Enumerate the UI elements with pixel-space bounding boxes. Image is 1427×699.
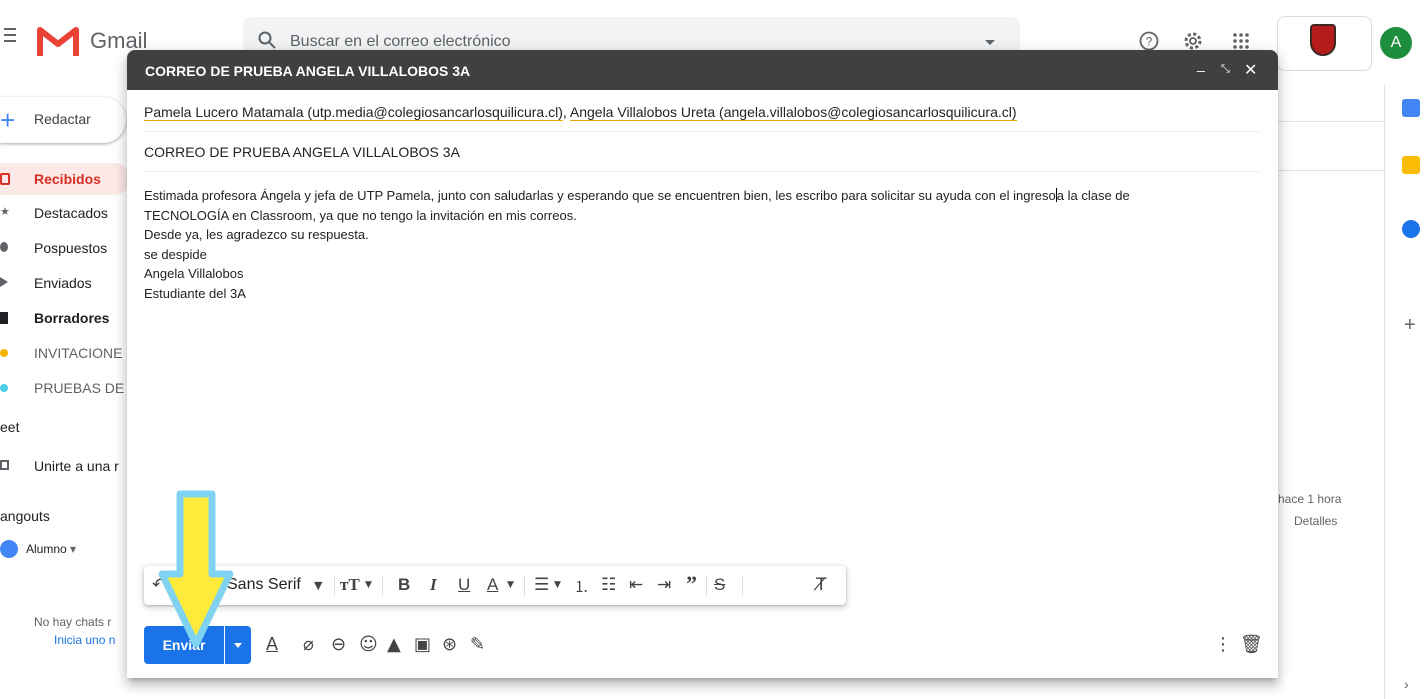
sidebar-item-sent[interactable]: Enviados [0, 267, 130, 299]
compose-button[interactable]: + Redactar [0, 97, 126, 143]
expand-panel-icon[interactable]: › [1404, 676, 1409, 692]
svg-text:?: ? [1146, 35, 1153, 49]
details-link[interactable]: Detalles [1294, 514, 1337, 528]
sidebar-item-label-pruebas[interactable]: PRUEBAS DE [0, 372, 130, 404]
compose-title: CORREO DE PRUEBA ANGELA VILLALOBOS 3A [145, 63, 471, 79]
hangouts-user[interactable]: Alumno ▾ [26, 542, 76, 556]
inbox-icon [0, 173, 10, 185]
compose-plus-icon: + [0, 105, 16, 135]
underline-icon[interactable]: U [458, 575, 470, 595]
star-icon: ★ [0, 206, 10, 218]
toolbar-divider [382, 576, 383, 596]
fullscreen-icon[interactable]: ⤡ [1221, 63, 1230, 76]
align-icon[interactable]: ☰ [534, 575, 549, 595]
no-chats-text: No hay chats r [34, 615, 112, 629]
sidebar-item-drafts[interactable]: Borradores [0, 302, 130, 334]
emoji-icon[interactable]: ☺ [359, 634, 378, 655]
bulleted-list-icon[interactable]: ☷ [601, 575, 616, 595]
side-panel-divider [1384, 85, 1385, 699]
draft-icon [0, 312, 8, 324]
quote-icon[interactable]: ” [686, 571, 697, 597]
sidebar-item-starred[interactable]: ★ Destacados [0, 197, 130, 229]
school-crest-icon [1310, 24, 1336, 56]
bold-icon[interactable]: B [398, 575, 410, 595]
hangouts-avatar[interactable] [0, 540, 18, 558]
tasks-icon[interactable] [1402, 220, 1420, 238]
font-dropdown-icon[interactable]: ▼ [314, 579, 322, 592]
toolbar-divider [334, 576, 335, 596]
align-dropdown-icon[interactable]: ▼ [554, 580, 561, 590]
meet-join-item[interactable]: Unirte a una r [0, 450, 130, 482]
clock-icon [0, 242, 8, 252]
recipient-chip[interactable]: Angela Villalobos Ureta (angela.villalob… [569, 104, 1017, 121]
toolbar-divider [706, 576, 707, 596]
body-line: se despide [144, 246, 207, 262]
pointer-arrow-annotation [158, 490, 234, 655]
drive-icon[interactable]: ▲ [387, 634, 401, 655]
field-divider [144, 171, 1261, 172]
insert-photo-icon[interactable]: ▣ [414, 634, 431, 655]
label-cyan-icon [0, 384, 8, 392]
keyboard-icon [0, 460, 9, 470]
body-line: Angela Villalobos [144, 266, 244, 281]
toolbar-divider [742, 576, 743, 596]
main-menu-icon[interactable] [4, 28, 16, 46]
keep-icon[interactable] [1402, 156, 1420, 174]
calendar-icon[interactable] [1402, 99, 1420, 117]
avatar[interactable]: A [1380, 27, 1412, 59]
add-addon-icon[interactable]: + [1404, 314, 1416, 337]
strikethrough-icon[interactable]: S [714, 575, 725, 595]
font-size-icon[interactable]: ᴛT [340, 575, 360, 595]
body-line: Desde ya, les agradezco su respuesta. [144, 227, 369, 242]
toolbar-divider [524, 576, 525, 596]
search-options-icon[interactable] [985, 40, 995, 45]
recipient-chip[interactable]: Pamela Lucero Matamala (utp.media@colegi… [144, 104, 563, 121]
attach-file-icon[interactable]: ⌀ [303, 634, 314, 655]
field-divider [144, 131, 1261, 132]
font-family-select[interactable]: Sans Serif [227, 576, 301, 594]
label-yellow-icon [0, 349, 8, 357]
sidebar-item-label-invitaciones[interactable]: INVITACIONE [0, 337, 130, 369]
minimize-icon[interactable]: _ [1197, 56, 1205, 72]
hangouts-section-title: angouts [0, 508, 50, 524]
formatting-options-icon[interactable]: A [266, 634, 278, 655]
user-dropdown-icon: ▾ [66, 542, 77, 556]
body-line: Estimada profesora Ángela y jefa de UTP … [144, 188, 1130, 203]
sidebar-item-snoozed[interactable]: Pospuestos [0, 232, 130, 264]
indent-less-icon[interactable]: ⇤ [629, 575, 643, 595]
message-body[interactable]: Estimada profesora Ángela y jefa de UTP … [144, 186, 1130, 303]
meet-section-title: eet [0, 419, 20, 435]
font-size-dropdown-icon[interactable]: ▼ [365, 580, 372, 590]
subject-field[interactable]: CORREO DE PRUEBA ANGELA VILLALOBOS 3A [144, 144, 460, 160]
compose-title-bar[interactable]: CORREO DE PRUEBA ANGELA VILLALOBOS 3A _ … [127, 50, 1278, 90]
signature-icon[interactable]: ✎ [470, 634, 485, 655]
body-line: TECNOLOGÍA en Classroom, ya que no tengo… [144, 207, 577, 223]
more-options-icon[interactable]: ⋮ [1214, 634, 1232, 655]
send-icon [0, 277, 8, 287]
insert-link-icon[interactable]: ⊖ [331, 634, 346, 655]
text-color-icon[interactable]: A [487, 575, 498, 595]
numbered-list-icon[interactable]: ⒈ [574, 576, 589, 597]
confidential-mode-icon[interactable]: ⊛ [442, 634, 457, 655]
gmail-logo-icon[interactable] [36, 24, 80, 63]
clear-formatting-icon[interactable]: T̸ [816, 575, 826, 595]
search-input[interactable]: Buscar en el correo electrónico [290, 33, 511, 51]
close-icon[interactable]: ✕ [1244, 60, 1257, 80]
discard-draft-icon[interactable]: 🗑 [1240, 634, 1263, 655]
sidebar-item-inbox[interactable]: Recibidos [0, 163, 130, 195]
list-divider [1278, 170, 1384, 171]
indent-more-icon[interactable]: ⇥ [657, 575, 671, 595]
list-divider [1278, 121, 1384, 122]
recipients-field[interactable]: Pamela Lucero Matamala (utp.media@colegi… [144, 104, 1017, 121]
text-color-dropdown-icon[interactable]: ▼ [507, 580, 514, 590]
body-line: Estudiante del 3A [144, 285, 246, 301]
italic-icon[interactable]: I [430, 575, 437, 595]
formatting-toolbar: ↶ Sans Serif ▼ ᴛT ▼ B I U A ▼ ☰ ▼ ⒈ ☷ ⇤ … [144, 566, 846, 605]
start-chat-link[interactable]: Inicia uno n [54, 633, 115, 647]
last-activity-time: hace 1 hora [1278, 492, 1342, 506]
